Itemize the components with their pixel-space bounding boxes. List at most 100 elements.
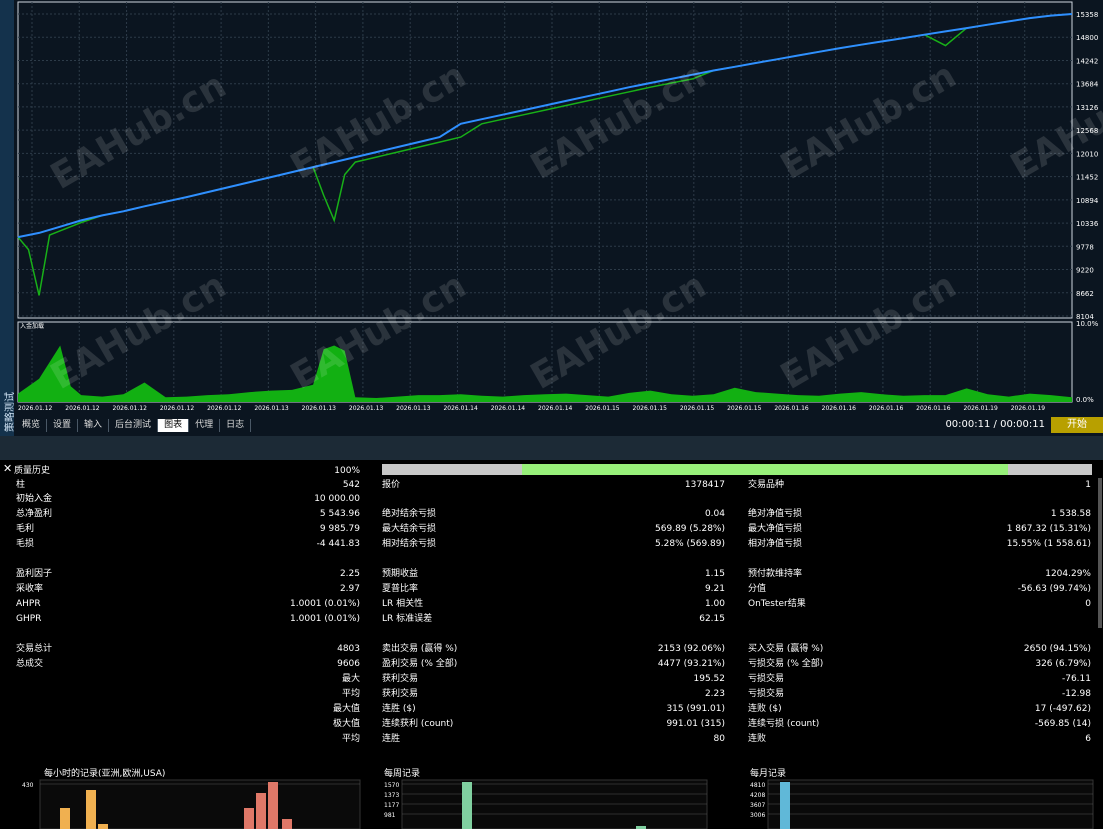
stat-value: 2.25 xyxy=(339,569,360,579)
stat-value: 1.0001 (0.01%) xyxy=(290,599,360,609)
stat-value: 10 000.00 xyxy=(314,494,360,504)
stat-value: 0 xyxy=(1085,599,1091,609)
stat-label: 分值 xyxy=(748,584,767,594)
stat-label: 连胜 ($) xyxy=(382,704,416,714)
stat-value: 1204.29% xyxy=(1045,569,1091,579)
tab-0[interactable]: 概览 xyxy=(16,418,48,432)
stat-label: GHPR xyxy=(16,614,42,624)
stat-value: 15.55% (1 558.61) xyxy=(1006,539,1091,549)
stat-label: 报价 xyxy=(382,480,401,490)
stat-value: 2.97 xyxy=(339,584,360,594)
x-tick-label: 2026.01.14 xyxy=(538,405,573,412)
stat-value: 平均 xyxy=(341,689,360,699)
x-tick-label: 2026.01.15 xyxy=(633,405,668,412)
tab-2[interactable]: 输入 xyxy=(78,418,110,432)
stat-label: LR 标准误差 xyxy=(382,614,433,624)
stat-label: 采收率 xyxy=(16,584,44,594)
stat-value: 569.89 (5.28%) xyxy=(655,524,725,534)
stat-value: 62.15 xyxy=(699,614,725,624)
stats-row: 最大值 连胜 ($) 315 (991.01) 连败 ($) 17 (-497.62) xyxy=(0,702,1100,716)
stat-label: 盈利因子 xyxy=(16,569,53,579)
y-tick-label: 10894 xyxy=(1076,197,1099,205)
quality-row: 质量历史 100% xyxy=(0,464,360,478)
stat-value: 1 xyxy=(1085,480,1091,490)
stats-row: 盈利因子 2.25 预期收益 1.15 预付款维持率 1204.29% xyxy=(0,567,1100,581)
stats-row: 初始入金 10 000.00 xyxy=(0,492,1100,506)
stat-label: 最大净值亏损 xyxy=(748,524,803,534)
stats-row: 极大值 连续获利 (count) 991.01 (315) 连续亏损 (count) -… xyxy=(0,717,1100,731)
stat-value: 1.15 xyxy=(704,569,725,579)
stat-label: 总净盈利 xyxy=(16,509,53,519)
stat-value: -569.85 (14) xyxy=(1034,719,1091,729)
sidebar-label: 策略测试 xyxy=(5,392,16,432)
deposit-label: 入金加载 xyxy=(20,322,44,330)
stats-row: GHPR 1.0001 (0.01%) LR 标准误差 62.15 xyxy=(0,612,1100,626)
tester-tabs: 概览 设置 输入 后台测试 图表 代理 日志 xyxy=(16,418,252,432)
stat-label: 毛利 xyxy=(16,524,35,534)
stat-label: 交易品种 xyxy=(748,480,785,490)
stat-label: 获利交易 xyxy=(382,674,419,684)
x-tick-label: 2026.01.13 xyxy=(396,405,431,412)
stat-label: 连续获利 (count) xyxy=(382,719,454,729)
stats-row: 柱 542 报价 1378417 交易品种 1 xyxy=(0,478,1100,492)
x-tick-label: 2026.01.14 xyxy=(491,405,526,412)
stat-label: LR 相关性 xyxy=(382,599,424,609)
tab-5[interactable]: 代理 xyxy=(189,418,221,432)
stat-value: 1 538.58 xyxy=(1050,509,1091,519)
stat-label: 连续亏损 (count) xyxy=(748,719,820,729)
tab-3[interactable]: 后台测试 xyxy=(109,418,159,432)
stat-label: 毛损 xyxy=(16,539,35,549)
stats-row: 采收率 2.97 夏普比率 9.21 分值 -56.63 (99.74%) xyxy=(0,582,1100,596)
stats-row: 交易总计 4803 卖出交易 (赢得 %) 2153 (92.06%) 买入交易 (赢得… xyxy=(0,642,1100,656)
x-tick-label: 2026.01.19 xyxy=(1011,405,1046,412)
stat-value: 5 543.96 xyxy=(319,509,360,519)
stat-label: 连败 xyxy=(748,734,767,744)
stat-value: 4803 xyxy=(337,644,360,654)
tester-chart-panel: 15358 14800 14242 13684 13126 12568 12010 11452… xyxy=(0,0,1103,436)
history-quality-bar xyxy=(382,464,1092,475)
stat-label: 获利交易 xyxy=(382,689,419,699)
y-tick-label: 9220 xyxy=(1076,267,1094,275)
stats-row: 总成交 9606 盈利交易 (% 全部) 4477 (93.21%) 亏损交易 (% 全… xyxy=(0,657,1100,671)
stat-label: 亏损交易 xyxy=(748,674,785,684)
stat-value: 2153 (92.06%) xyxy=(657,644,725,654)
stat-value: 最大值 xyxy=(332,704,360,714)
tab-4[interactable]: 图表 xyxy=(158,418,190,432)
tab-6[interactable]: 日志 xyxy=(220,418,252,432)
x-tick-label: 2026.01.12 xyxy=(65,405,100,412)
stat-label: 卖出交易 (赢得 %) xyxy=(382,644,458,654)
stat-value: 2650 (94.15%) xyxy=(1023,644,1091,654)
stat-value: 1 867.32 (15.31%) xyxy=(1006,524,1091,534)
x-tick-label: 2026.01.16 xyxy=(774,405,809,412)
stat-value: 2.23 xyxy=(704,689,725,699)
y-tick-label: 11452 xyxy=(1076,174,1098,182)
y-tick-label: 10336 xyxy=(1076,220,1099,228)
stats-row: 平均 获利交易 2.23 亏损交易 -12.98 xyxy=(0,687,1100,701)
stat-value: 315 (991.01) xyxy=(666,704,725,714)
y-tick-label: 8662 xyxy=(1076,290,1094,298)
stat-label: 柱 xyxy=(16,480,26,490)
stat-value: 542 xyxy=(342,480,360,490)
stat-label: 相对净值亏损 xyxy=(748,539,803,549)
x-tick-label: 2026.01.15 xyxy=(680,405,715,412)
stat-label: 绝对结余亏损 xyxy=(382,509,437,519)
stat-value: 9 985.79 xyxy=(319,524,360,534)
stat-value: -76.11 xyxy=(1061,674,1091,684)
stat-label: 亏损交易 xyxy=(748,689,785,699)
stats-row: 毛利 9 985.79 最大结余亏损 569.89 (5.28%) 最大净值亏损 1 86… xyxy=(0,522,1100,536)
x-tick-label: 2026.01.12 xyxy=(18,405,53,412)
y-tick-label: 9778 xyxy=(1076,243,1094,251)
stat-label: AHPR xyxy=(16,599,41,609)
stat-value: 极大值 xyxy=(332,719,360,729)
stat-value: -56.63 (99.74%) xyxy=(1017,584,1091,594)
stat-value: 1378417 xyxy=(684,480,725,490)
tester-sidebar: 策略测试 xyxy=(0,0,16,436)
stat-value: 1.00 xyxy=(704,599,725,609)
stat-label: 初始入金 xyxy=(16,494,53,504)
x-tick-label: 2026.01.12 xyxy=(113,405,148,412)
stat-value: 326 (6.79%) xyxy=(1035,659,1091,669)
stat-value: 0.04 xyxy=(704,509,725,519)
start-button[interactable]: 开始 xyxy=(1051,417,1103,433)
tab-1[interactable]: 设置 xyxy=(47,418,79,432)
stat-label: 亏损交易 (% 全部) xyxy=(748,659,824,669)
